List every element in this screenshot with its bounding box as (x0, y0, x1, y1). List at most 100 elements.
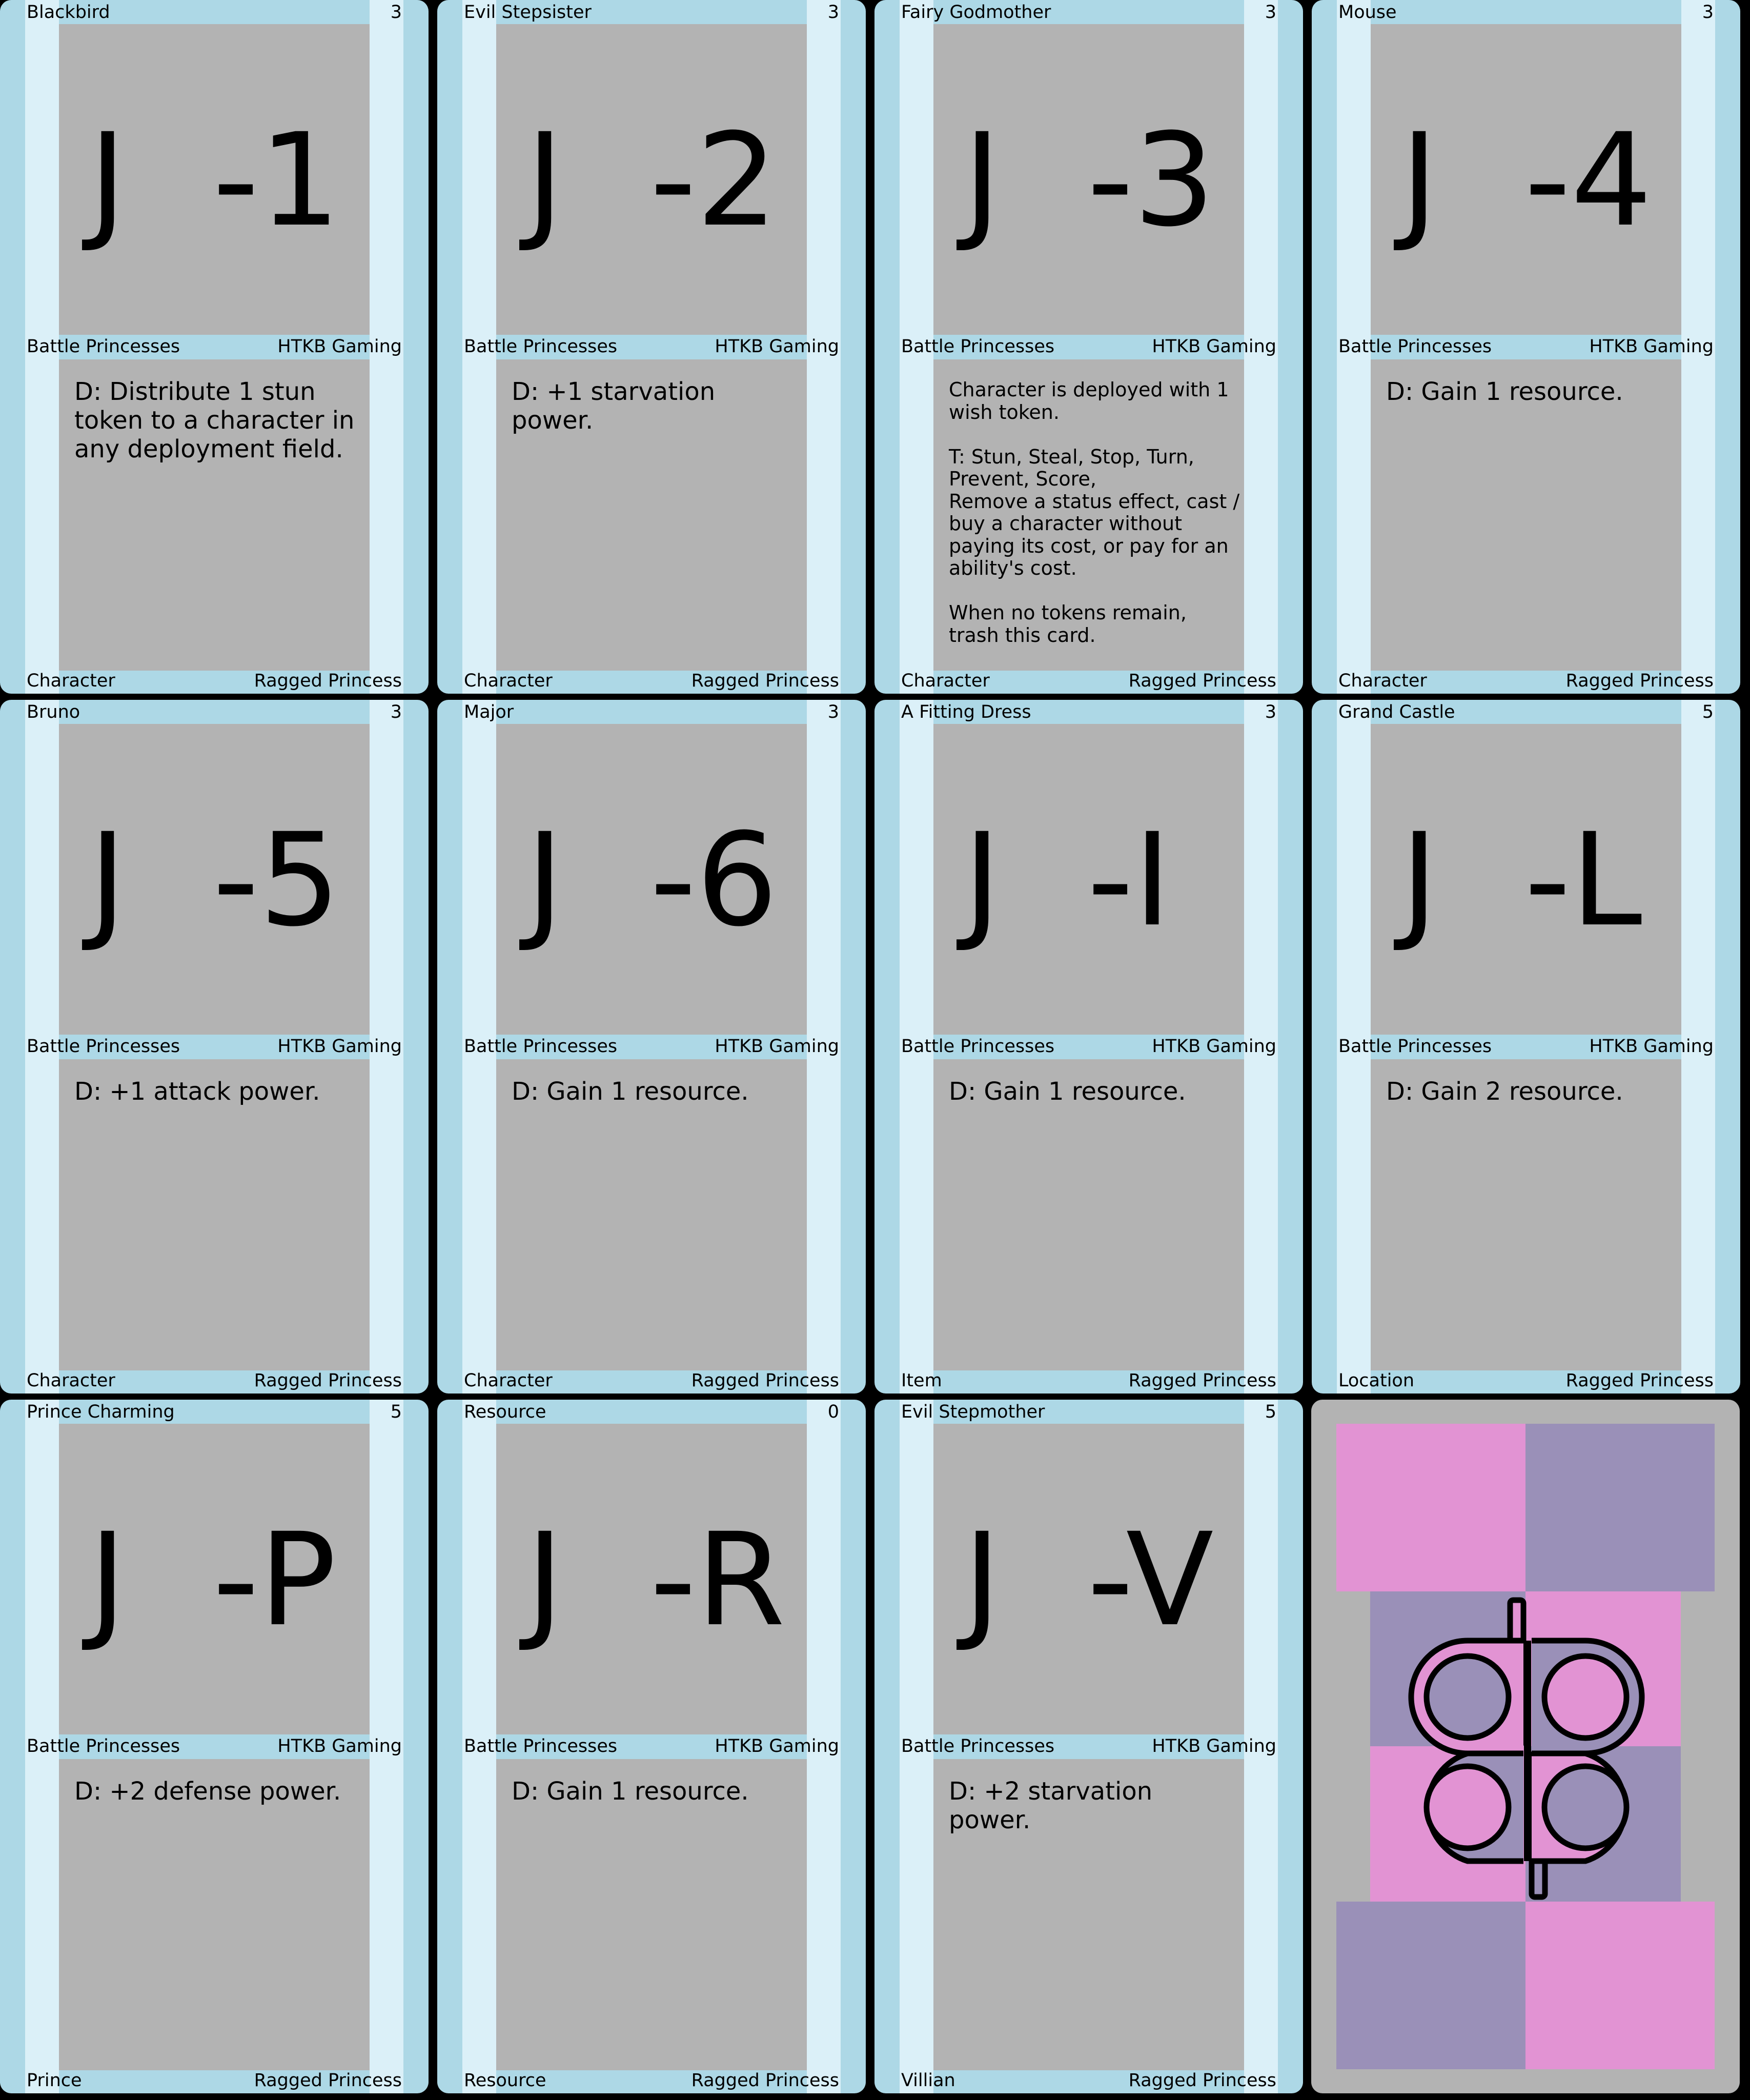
card-publisher: HTKB Gaming (277, 1736, 402, 1756)
card-type: Character (464, 671, 553, 691)
card-art: J -I (933, 724, 1244, 1035)
back-quad-top-right (1525, 1424, 1715, 1591)
card-type: Character (901, 671, 990, 691)
card-code-number: -6 (650, 805, 778, 955)
card: J -2 D: +1 starvation power. Evil Stepsiste… (437, 0, 866, 694)
card-code: J -R (496, 1447, 807, 1713)
card-art: J -4 (1371, 24, 1681, 335)
card-text-box: D: Gain 2 resource. (1371, 1059, 1681, 1370)
card-credit-bar: Battle Princesses HTKB Gaming (1337, 336, 1715, 357)
card-faction: Ragged Princess (254, 2070, 402, 2091)
card-code-letter: J (963, 106, 1001, 255)
card-faction: Ragged Princess (1128, 1370, 1276, 1391)
card-ability: D: +2 starvation power. (949, 1777, 1153, 1834)
card-title: Resource (464, 1402, 546, 1422)
card-set: Battle Princesses (1338, 1036, 1492, 1057)
card-cost: 5 (1702, 702, 1714, 722)
card-text-box: D: +2 starvation power. (933, 1759, 1244, 2070)
card-title: Major (464, 702, 514, 722)
card-code-number: -L (1524, 805, 1642, 955)
back-quad-bottom-left (1336, 1902, 1525, 2069)
card-text-box: D: +2 defense power. (59, 1759, 370, 2070)
card-cost: 0 (827, 1402, 839, 1422)
card-publisher: HTKB Gaming (1589, 1036, 1714, 1057)
card-code-letter: J (526, 1505, 564, 1654)
card-art: J -3 (933, 24, 1244, 335)
card-set: Battle Princesses (464, 1036, 618, 1057)
card-set: Battle Princesses (901, 1736, 1055, 1756)
card-type-bar: Character Ragged Princess (25, 671, 403, 691)
card-title-bar: Blackbird 3 (25, 2, 403, 23)
card-type-bar: Character Ragged Princess (462, 1370, 841, 1391)
card-text-box: D: Distribute 1 stun token to a characte… (59, 359, 370, 671)
card: J -1 D: Distribute 1 stun token to a chara… (0, 0, 429, 694)
card-text-box: D: Gain 1 resource. (496, 1759, 807, 2070)
card-title-bar: Bruno 3 (25, 702, 403, 722)
card-code-number: -3 (1087, 106, 1215, 255)
card-type: Prince (27, 2070, 82, 2091)
card-faction: Ragged Princess (1565, 671, 1714, 691)
card-set: Battle Princesses (901, 336, 1055, 357)
card-text-box: D: Gain 1 resource. (1371, 359, 1681, 671)
card-faction: Ragged Princess (254, 1370, 402, 1391)
card-type-bar: Prince Ragged Princess (25, 2070, 403, 2091)
card-type-bar: Character Ragged Princess (25, 1370, 403, 1391)
card-code: J -V (933, 1447, 1244, 1713)
card-set: Battle Princesses (1338, 336, 1492, 357)
card-code-letter: J (89, 1505, 127, 1654)
card-code: J -2 (496, 47, 807, 314)
card-code-letter: J (89, 106, 127, 255)
card: J -L D: Gain 2 resource. Grand Castle 5 Battl… (1312, 700, 1740, 1394)
card-type-bar: Location Ragged Princess (1337, 1370, 1715, 1391)
card-credit-bar: Battle Princesses HTKB Gaming (900, 336, 1278, 357)
card-type-bar: Character Ragged Princess (900, 671, 1278, 691)
card-type-bar: Character Ragged Princess (1337, 671, 1715, 691)
card-text-box: Character is deployed with 1 wish token.… (933, 359, 1244, 671)
card-cost: 3 (390, 2, 402, 23)
card-credit-bar: Battle Princesses HTKB Gaming (25, 336, 403, 357)
card-art: J -1 (59, 24, 370, 335)
card-credit-bar: Battle Princesses HTKB Gaming (900, 1736, 1278, 1756)
card-ability: D: +1 starvation power. (512, 377, 716, 435)
card-code-number: -5 (213, 805, 341, 955)
card: J -4 D: Gain 1 resource. Mouse 3 Battle Princ… (1312, 0, 1740, 694)
card-type-bar: Villian Ragged Princess (900, 2070, 1278, 2091)
card-set: Battle Princesses (464, 1736, 618, 1756)
card: J -P D: +2 defense power. Prince Charming 5 B… (0, 1400, 429, 2093)
card-code-letter: J (1400, 805, 1438, 955)
card-publisher: HTKB Gaming (277, 1036, 402, 1057)
card-faction: Ragged Princess (1128, 2070, 1276, 2091)
card-title-bar: Evil Stepsister 3 (462, 2, 841, 23)
card-faction: Ragged Princess (691, 1370, 839, 1391)
card-code-number: -2 (650, 106, 778, 255)
card-title-bar: Resource 0 (462, 1402, 841, 1422)
card-publisher: HTKB Gaming (1152, 1036, 1276, 1057)
card-cost: 3 (827, 2, 839, 23)
card-code-letter: J (963, 805, 1001, 955)
card-code-letter: J (89, 805, 127, 955)
card-text-box: D: +1 starvation power. (496, 359, 807, 671)
card-faction: Ragged Princess (691, 671, 839, 691)
card-code-number: -R (650, 1505, 785, 1654)
card-publisher: HTKB Gaming (277, 336, 402, 357)
card-code-letter: J (963, 1505, 1001, 1654)
card: J -5 D: +1 attack power. Bruno 3 Battle Princ… (0, 700, 429, 1394)
card-code: J -P (59, 1447, 370, 1713)
card-ability: D: Gain 1 resource. (512, 1777, 749, 1806)
card-type: Resource (464, 2070, 546, 2091)
card-type: Location (1338, 1370, 1415, 1391)
card-cost: 3 (1265, 702, 1276, 722)
card-code-letter: J (526, 106, 564, 255)
card: J -V D: +2 starvation power. Evil Stepmothe… (874, 1400, 1303, 2093)
card-code-number: -4 (1524, 106, 1653, 255)
card-faction: Ragged Princess (691, 2070, 839, 2091)
card-title-bar: A Fitting Dress 3 (900, 702, 1278, 722)
card-title-bar: Evil Stepmother 5 (900, 1402, 1278, 1422)
card-set: Battle Princesses (27, 1736, 180, 1756)
card-type: Character (27, 671, 115, 691)
card-set: Battle Princesses (901, 1036, 1055, 1057)
card-code: J -4 (1371, 47, 1681, 314)
card-type-bar: Resource Ragged Princess (462, 2070, 841, 2091)
card-code: J -3 (933, 47, 1244, 314)
card-publisher: HTKB Gaming (715, 1036, 839, 1057)
